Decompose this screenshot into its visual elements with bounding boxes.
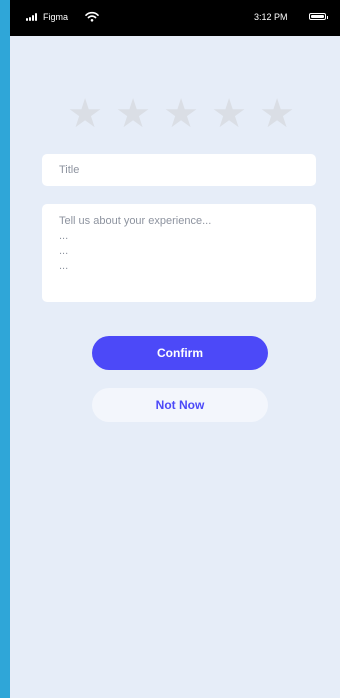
star-2-icon[interactable]: ★ [115, 92, 151, 136]
carrier-name: Figma [43, 12, 69, 22]
signal-icon [26, 13, 40, 21]
experience-textarea[interactable] [42, 204, 316, 302]
confirm-button[interactable]: Confirm [92, 336, 268, 370]
star-rating: ★ ★ ★ ★ ★ [67, 92, 295, 136]
wifi-icon [85, 11, 99, 22]
star-1-icon[interactable]: ★ [67, 92, 103, 136]
not-now-button[interactable]: Not Now [92, 388, 268, 422]
star-4-icon[interactable]: ★ [211, 92, 247, 136]
star-5-icon[interactable]: ★ [259, 92, 295, 136]
battery-icon [309, 13, 328, 20]
star-3-icon[interactable]: ★ [163, 92, 199, 136]
title-input[interactable] [42, 154, 316, 186]
phone-screen: Figma 3:12 PM ★ ★ ★ ★ ★ Confirm Not Now [10, 0, 340, 698]
status-bar: Figma 3:12 PM [10, 0, 340, 36]
status-time: 3:12 PM [254, 12, 288, 22]
